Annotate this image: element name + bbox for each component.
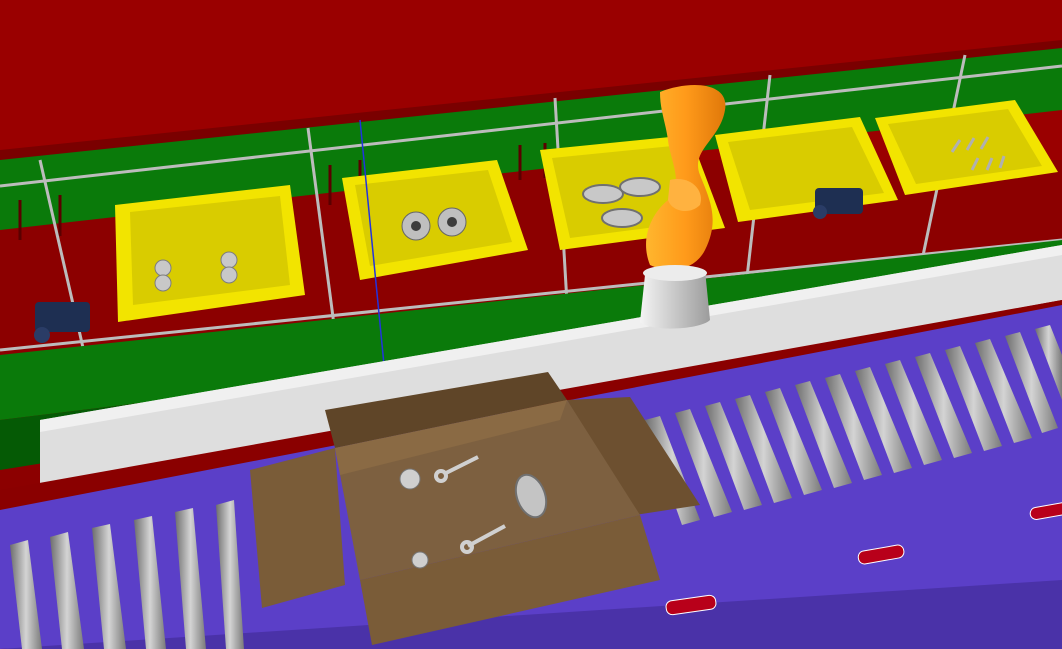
bin-1[interactable] (115, 185, 305, 322)
robot-base-top (643, 265, 707, 281)
gear-part (411, 551, 429, 569)
simulation-viewport[interactable] (0, 0, 1062, 649)
gear-part (399, 468, 421, 490)
camera-icon (813, 188, 863, 219)
box-flap-left (250, 448, 345, 608)
